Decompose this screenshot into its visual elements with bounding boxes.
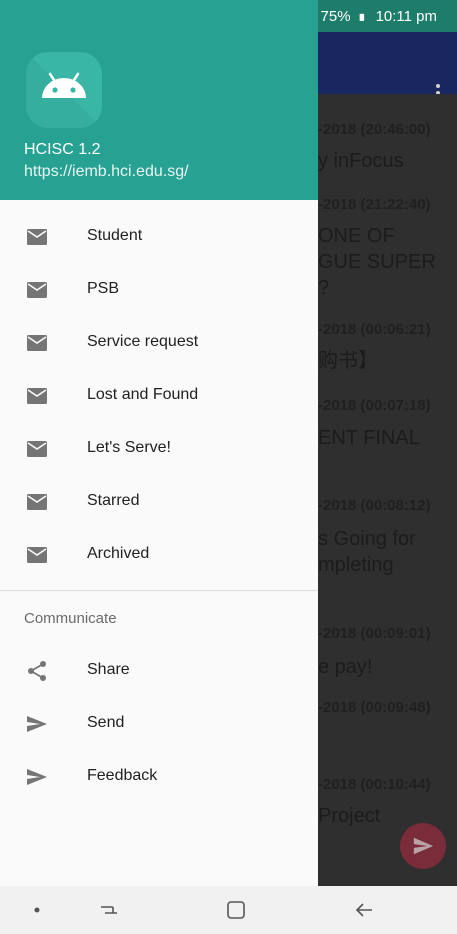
mail-icon <box>27 282 47 298</box>
send-icon <box>413 837 434 855</box>
message-title: 购书】 <box>318 350 378 372</box>
navigation-drawer: HCISC 1.2 https://iemb.hci.edu.sg/ Stude… <box>0 0 318 886</box>
message-date: -2018 (20:46:00) <box>318 121 431 138</box>
message-date: -2018 (00:07:18) <box>318 397 431 414</box>
message-title: ENT FINAL <box>318 427 420 449</box>
system-nav-bar <box>0 886 457 934</box>
drawer-item-share[interactable]: Share <box>0 644 318 697</box>
app-toolbar <box>318 32 457 102</box>
drawer-item-psb[interactable]: PSB <box>0 263 318 316</box>
clock: 10:11 pm <box>375 8 437 25</box>
drawer-item-label: Feedback <box>87 767 158 784</box>
home-icon[interactable] <box>224 898 248 922</box>
message-title: GUE SUPER <box>318 251 436 273</box>
send-icon <box>27 716 47 732</box>
drawer-item-lets-serve[interactable]: Let's Serve! <box>0 422 318 475</box>
mail-icon <box>27 441 47 457</box>
mail-icon <box>27 547 47 563</box>
message-date: -2018 (00:06:21) <box>318 321 431 338</box>
drawer-divider <box>0 590 318 591</box>
section-title: Communicate <box>24 610 117 627</box>
drawer-item-lost-and-found[interactable]: Lost and Found <box>0 369 318 422</box>
drawer-item-student[interactable]: Student <box>0 210 318 263</box>
drawer-item-label: Starred <box>87 492 140 509</box>
battery-icon <box>359 13 364 21</box>
message-date: -2018 (00:09:48) <box>318 699 431 716</box>
mail-icon <box>27 494 47 510</box>
nav-dot-icon[interactable] <box>25 898 49 922</box>
message-title: e pay! <box>318 656 373 678</box>
drawer-item-label: Archived <box>87 545 150 562</box>
message-title: mpleting <box>318 554 394 576</box>
android-app-icon <box>26 52 102 128</box>
mail-icon <box>27 229 47 245</box>
drawer-item-starred[interactable]: Starred <box>0 475 318 528</box>
send-icon <box>27 769 47 785</box>
battery-percent: 75% <box>320 8 351 25</box>
message-title: ONE OF <box>318 225 395 247</box>
drawer-item-archived[interactable]: Archived <box>0 528 318 581</box>
drawer-item-label: Student <box>87 227 143 244</box>
drawer-item-label: PSB <box>87 280 120 297</box>
message-title: ? <box>318 277 330 299</box>
back-icon[interactable] <box>352 898 376 922</box>
recent-apps-icon[interactable] <box>97 898 121 922</box>
drawer-item-send[interactable]: Send <box>0 697 318 750</box>
drawer-item-service-request[interactable]: Service request <box>0 316 318 369</box>
message-date: -2018 (00:08:12) <box>318 497 431 514</box>
drawer-item-label: Service request <box>87 333 199 350</box>
app-url: https://iemb.hci.edu.sg/ <box>24 163 189 180</box>
drawer-item-label: Lost and Found <box>87 386 199 403</box>
message-date: -2018 (21:22:40) <box>318 196 431 213</box>
message-title: s Going for <box>318 528 416 550</box>
drawer-item-label: Send <box>87 714 125 731</box>
drawer-item-label: Let's Serve! <box>87 439 171 456</box>
drawer-item-feedback[interactable]: Feedback <box>0 750 318 803</box>
mail-icon <box>27 388 47 404</box>
message-date: -2018 (00:09:01) <box>318 625 431 642</box>
message-date: -2018 (00:10:44) <box>318 776 431 793</box>
message-title: y inFocus <box>318 150 404 172</box>
share-icon <box>28 661 46 681</box>
app-name: HCISC 1.2 <box>24 141 101 158</box>
drawer-item-label: Share <box>87 661 130 678</box>
mail-icon <box>27 335 47 351</box>
message-title: Project <box>318 805 381 827</box>
drawer-header: HCISC 1.2 https://iemb.hci.edu.sg/ <box>0 0 318 200</box>
compose-fab[interactable] <box>400 823 446 869</box>
